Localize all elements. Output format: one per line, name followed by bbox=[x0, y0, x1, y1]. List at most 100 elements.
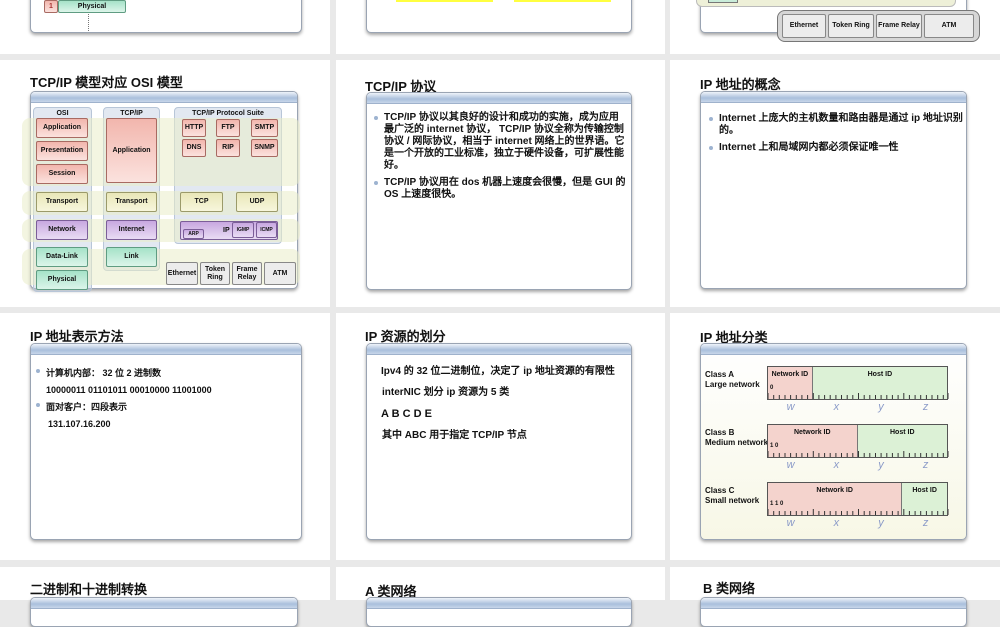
octet-letter: w bbox=[786, 401, 795, 413]
bullet: Internet 上和局域网内都必须保证唯一性 bbox=[707, 142, 963, 154]
line: 其中 ABC 用于指定 TCP/IP 节点 bbox=[382, 430, 527, 441]
class-bits: 1 0 bbox=[770, 443, 779, 449]
slide-thumbnail-partial-3[interactable]: Ethernet Token Ring Frame Relay ATM bbox=[670, 0, 1000, 54]
octet-letter: w bbox=[786, 459, 795, 471]
bullet: Internet 上庞大的主机数量和路由器是通过 ip 地址识别的。 bbox=[707, 113, 963, 137]
proto-tcp: TCP bbox=[180, 192, 223, 212]
slide-thumbnail-partial-2[interactable] bbox=[336, 0, 665, 54]
bit-ticks bbox=[768, 451, 949, 457]
proto-arp: ARP bbox=[183, 229, 204, 239]
slide-title: B 类网络 bbox=[703, 581, 756, 596]
bullet: A B C D E bbox=[381, 408, 432, 420]
slide-thumbnail-tcpip-osi[interactable]: TCP/IP 模型对应 OSI 模型 OSI TCP/IP TCP/IP Pro… bbox=[0, 60, 330, 307]
slide-frame bbox=[366, 0, 632, 33]
line: interNIC 划分 ip 资源为 5 类 bbox=[382, 387, 510, 398]
osi-application: Application bbox=[36, 118, 88, 138]
column-header: OSI bbox=[56, 110, 69, 117]
slide-frame bbox=[700, 597, 967, 627]
link-token-ring: Token Ring bbox=[828, 14, 874, 38]
bullet: 面对客户：四段表示 bbox=[34, 399, 294, 416]
column-header: TCP/IP Protocol Suite bbox=[192, 110, 264, 117]
proto-smtp: SMTP bbox=[251, 119, 278, 137]
proto-dns: DNS bbox=[182, 139, 206, 157]
slide-thumbnail-class-b[interactable]: B 类网络 bbox=[670, 567, 1000, 627]
slide-thumbnail-ip-concept[interactable]: IP 地址的概念 Internet 上庞大的主机数量和路由器是通过 ip 地址识… bbox=[670, 60, 1000, 307]
slide-thumbnail-ip-classes[interactable]: IP 地址分类 Class A Large network Network ID 0… bbox=[670, 313, 1000, 560]
link-frame-relay: Frame Relay bbox=[232, 262, 262, 285]
slide-title: 二进制和十进制转换 bbox=[30, 582, 148, 597]
class-bits: 1 1 0 bbox=[770, 501, 784, 507]
network-id-label: Network ID bbox=[771, 371, 809, 378]
tcpip-internet: Internet bbox=[106, 220, 157, 240]
link-ethernet: Ethernet bbox=[166, 262, 198, 285]
slide-frame bbox=[366, 597, 632, 627]
proto-snmp: SNMP bbox=[251, 139, 278, 157]
osi-presentation: Presentation bbox=[36, 141, 88, 161]
octet-letter: y bbox=[878, 401, 884, 413]
octet-letters: w x y z bbox=[767, 517, 948, 529]
octet-letter: z bbox=[922, 459, 929, 471]
bullet-list: TCP/IP 协议以其良好的设计和成功的实施，成为应用最广泛的 internet… bbox=[372, 112, 626, 206]
octet-letter: x bbox=[833, 517, 840, 529]
osi-transport: Transport bbox=[36, 192, 88, 212]
osi-physical: Physical bbox=[36, 270, 88, 290]
proto-rip: RIP bbox=[216, 139, 240, 157]
slide-thumbnail-ip-allocation[interactable]: IP 资源的划分 Ipv4 的 32 位二进制位，决定了 ip 地址资源的有限性… bbox=[336, 313, 665, 560]
slide-title: TCP/IP 模型对应 OSI 模型 bbox=[30, 75, 183, 90]
class-name: Class C bbox=[705, 486, 735, 495]
bullet: TCP/IP 协议用在 dos 机器上速度会很慢，但是 GUI 的 OS 上速度… bbox=[372, 177, 626, 201]
octet-letters: w x y z bbox=[767, 401, 948, 413]
octet-letter: z bbox=[922, 401, 929, 413]
octet-letter: w bbox=[786, 517, 795, 529]
bit-ticks bbox=[768, 393, 949, 399]
octet-letter: x bbox=[833, 401, 840, 413]
network-id-label: Network ID bbox=[816, 487, 853, 494]
dotted-address: 131.107.16.200 bbox=[48, 419, 111, 429]
proto-ftp: FTP bbox=[216, 119, 240, 137]
link-ethernet: Ethernet bbox=[782, 14, 826, 38]
proto-icmp: ICMP bbox=[256, 222, 277, 238]
octet-letter: y bbox=[878, 459, 884, 471]
ip-class-bar: Network ID 0 Host ID bbox=[767, 366, 949, 400]
slide-thumbnail-class-a[interactable]: A 类网络 bbox=[336, 567, 665, 627]
slide-thumbnail-tcpip-protocol[interactable]: TCP/IP 协议 TCP/IP 协议以其良好的设计和成功的实施，成为应用最广泛… bbox=[336, 60, 665, 307]
network-id-label: Network ID bbox=[793, 429, 831, 436]
ip-class-bar: Network ID 1 0 Host ID bbox=[767, 424, 949, 458]
ip-label: IP bbox=[223, 226, 230, 234]
class-bits: 0 bbox=[770, 385, 774, 391]
tcpip-link: Link bbox=[106, 247, 157, 267]
octet-letter: x bbox=[833, 459, 840, 471]
link-atm: ATM bbox=[924, 14, 974, 38]
slide-thumbnail-bin-dec[interactable]: 二进制和十进制转换 bbox=[0, 567, 330, 627]
octet-letter: z bbox=[922, 517, 929, 529]
class-desc: Small network bbox=[705, 496, 760, 505]
link-layer-group: Ethernet Token Ring Frame Relay ATM bbox=[777, 10, 980, 42]
layer-number: 1 bbox=[44, 0, 58, 13]
host-id-label: Host ID bbox=[912, 487, 937, 494]
osi-data-link: Data-Link bbox=[36, 247, 88, 267]
octet-letter: y bbox=[878, 517, 884, 529]
link-token-ring: Token Ring bbox=[200, 262, 230, 285]
osi-session: Session bbox=[36, 164, 88, 184]
link-box bbox=[708, 0, 738, 3]
class-label: Class A Large network bbox=[705, 370, 760, 390]
bit-ticks bbox=[768, 509, 949, 515]
tcpip-transport: Transport bbox=[106, 192, 157, 212]
ip-class-bar: Network ID 1 1 0 Host ID bbox=[767, 482, 949, 516]
slide-thumbnail-ip-representation[interactable]: IP 地址表示方法 计算机内部： 32 位 2 进制数 10000011 011… bbox=[0, 313, 330, 560]
class-desc: Large network bbox=[705, 380, 760, 389]
slide-thumbnail-partial-1[interactable]: 1 Physical bbox=[0, 0, 330, 54]
class-name: Class B bbox=[705, 428, 735, 437]
bullet-list: 计算机内部： 32 位 2 进制数 10000011 01101011 0001… bbox=[34, 365, 294, 433]
osi-network: Network bbox=[36, 220, 88, 240]
host-id-label: Host ID bbox=[867, 371, 893, 378]
highlight-bar bbox=[396, 0, 493, 2]
binary-address: 10000011 01101011 00010000 11001000 bbox=[46, 385, 212, 395]
link-atm: ATM bbox=[264, 262, 296, 285]
octet-letters: w x y z bbox=[767, 459, 948, 471]
link-frame-relay: Frame Relay bbox=[876, 14, 922, 38]
column-header: TCP/IP bbox=[120, 110, 143, 117]
layer-physical: Physical bbox=[58, 0, 126, 13]
class-desc: Medium network bbox=[705, 438, 769, 447]
proto-http: HTTP bbox=[182, 119, 206, 137]
